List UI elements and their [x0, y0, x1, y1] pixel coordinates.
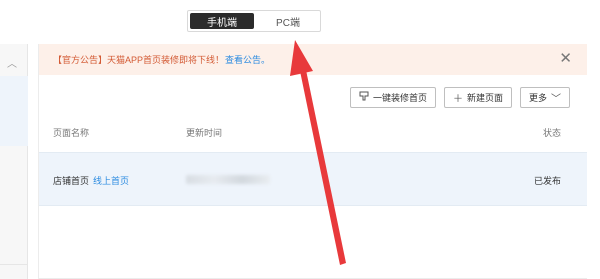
sidebar: ︿: [0, 44, 28, 279]
close-icon[interactable]: ✕: [559, 50, 572, 68]
announcement-text: 【官方公告】天猫APP首页装修即将下线！: [53, 55, 225, 65]
plus-icon: ＋: [452, 94, 463, 105]
divider: [0, 264, 28, 265]
column-time-header: 更新时间: [186, 128, 223, 138]
update-time-blurred: [186, 175, 270, 184]
column-status-header: 状态: [542, 128, 561, 138]
brush-icon: [359, 91, 369, 104]
announcement-bar: 【官方公告】天猫APP首页装修即将下线！ 查看公告。 ✕: [39, 44, 587, 75]
new-page-button[interactable]: ＋ 新建页面: [443, 87, 512, 108]
chevron-down-icon: ﹀: [551, 94, 561, 105]
platform-switch: 手机端 PC端: [187, 10, 321, 32]
new-page-label: 新建页面: [466, 93, 503, 103]
page-name-cell: 店铺首页 线上首页: [53, 174, 129, 187]
page-name: 店铺首页: [53, 176, 90, 186]
table-header: 页面名称 更新时间 状态: [39, 126, 587, 140]
sidebar-selected-item[interactable]: [0, 76, 28, 146]
decorate-home-label: 一键装修首页: [372, 93, 427, 103]
view-announcement-link[interactable]: 查看公告。: [225, 53, 270, 66]
tab-mobile[interactable]: 手机端: [190, 13, 254, 29]
more-label: 更多: [528, 93, 547, 103]
column-name-header: 页面名称: [53, 128, 90, 138]
chevron-up-icon[interactable]: ︿: [7, 55, 17, 70]
table-row[interactable]: 店铺首页 线上首页 已发布: [39, 152, 587, 206]
status-text: 已发布: [533, 176, 561, 186]
toolbar: 一键装修首页 ＋ 新建页面 更多 ﹀: [349, 87, 570, 108]
main-panel: 【官方公告】天猫APP首页装修即将下线！ 查看公告。 ✕ 一键装修首页 ＋ 新建…: [38, 44, 587, 279]
more-button[interactable]: 更多 ﹀: [519, 87, 570, 108]
tab-pc[interactable]: PC端: [256, 11, 320, 31]
decorate-home-button[interactable]: 一键装修首页: [349, 87, 436, 108]
online-home-link[interactable]: 线上首页: [93, 176, 129, 186]
